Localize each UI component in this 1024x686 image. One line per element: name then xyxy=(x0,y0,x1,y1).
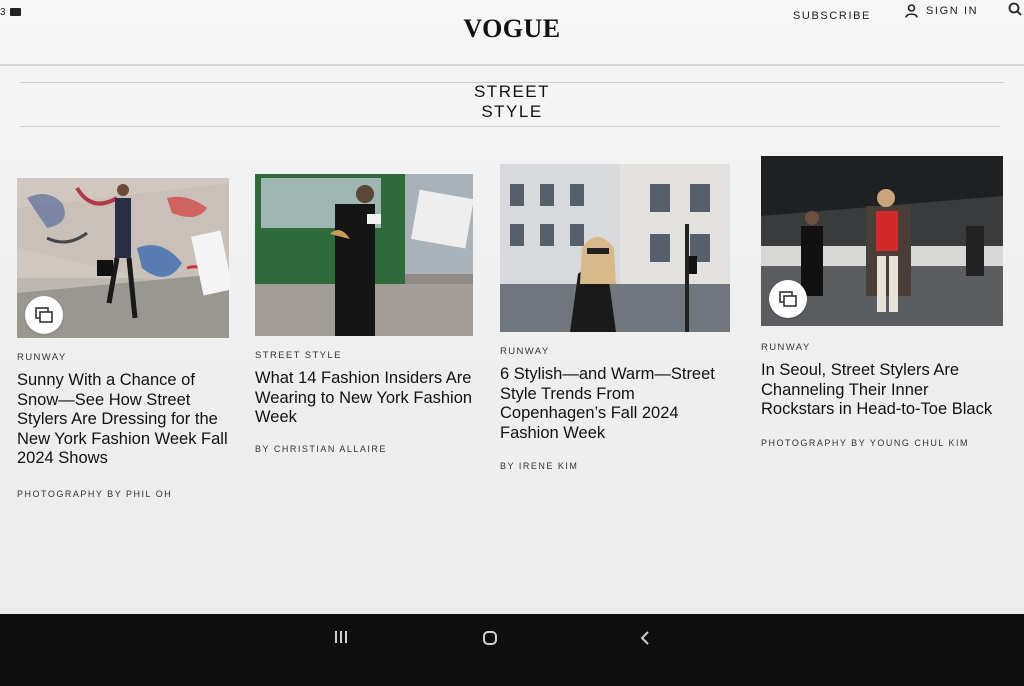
article-byline: PHOTOGRAPHY BY PHIL OH xyxy=(17,488,173,499)
article-card[interactable]: RUNWAY 6 Stylish—and Warm—Street Style T… xyxy=(500,164,730,473)
user-icon xyxy=(905,4,918,18)
article-card[interactable]: RUNWAY In Seoul, Street Stylers Are Chan… xyxy=(761,156,1003,450)
article-category[interactable]: STREET STYLE xyxy=(255,350,473,361)
gallery-badge xyxy=(769,280,807,318)
article-category[interactable]: RUNWAY xyxy=(761,342,1003,353)
section-title-line2: STYLE xyxy=(481,102,543,121)
home-icon[interactable] xyxy=(482,630,498,651)
article-image[interactable] xyxy=(761,156,1003,326)
gallery-icon xyxy=(35,307,53,323)
article-headline[interactable]: 6 Stylish—and Warm—Street Style Trends F… xyxy=(500,365,730,443)
article-headline[interactable]: In Seoul, Street Stylers Are Channeling … xyxy=(761,361,1003,420)
article-byline: BY CHRISTIAN ALLAIRE xyxy=(255,443,387,454)
article-category[interactable]: RUNWAY xyxy=(17,352,229,363)
section-title[interactable]: STREET STYLE xyxy=(0,82,1024,122)
article-card[interactable]: RUNWAY Sunny With a Chance of Snow—See H… xyxy=(17,178,229,501)
gallery-icon xyxy=(779,291,797,307)
article-image[interactable] xyxy=(17,178,229,338)
article-card[interactable]: STREET STYLE What 14 Fashion Insiders Ar… xyxy=(255,174,473,456)
article-headline[interactable]: Sunny With a Chance of Snow—See How Stre… xyxy=(17,371,229,469)
back-icon[interactable] xyxy=(638,630,652,651)
site-header: VOGUE SUBSCRIBE SIGN IN xyxy=(0,0,1024,66)
header-divider xyxy=(0,64,1024,66)
article-category[interactable]: RUNWAY xyxy=(500,346,730,357)
browser-viewport: 3 VOGUE SUBSCRIBE SIGN IN STREET STYLE R… xyxy=(0,0,1024,614)
subscribe-link[interactable]: SUBSCRIBE xyxy=(793,10,871,22)
sign-in-label: SIGN IN xyxy=(926,5,979,17)
gallery-badge xyxy=(25,296,63,334)
sign-in-link[interactable]: SIGN IN xyxy=(905,4,978,18)
article-image[interactable] xyxy=(255,174,473,336)
article-byline: PHOTOGRAPHY BY YOUNG CHUL KIM xyxy=(761,437,970,448)
android-nav-bar xyxy=(0,614,1024,686)
section-divider-bottom xyxy=(20,126,1000,127)
article-headline[interactable]: What 14 Fashion Insiders Are Wearing to … xyxy=(255,369,473,428)
recents-icon[interactable] xyxy=(333,630,349,649)
article-image[interactable] xyxy=(500,164,730,332)
article-byline: BY IRENE KIM xyxy=(500,461,579,471)
section-title-line1: STREET xyxy=(473,82,551,101)
search-icon[interactable] xyxy=(1008,2,1022,16)
